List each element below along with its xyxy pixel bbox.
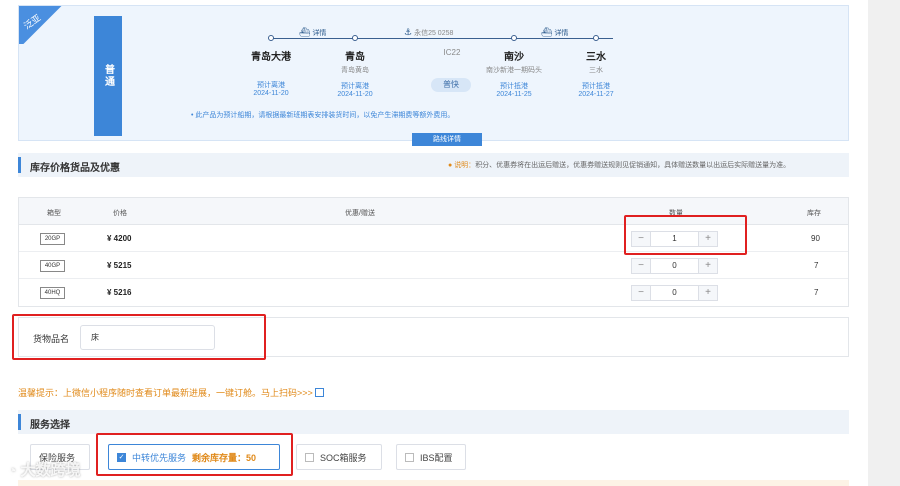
booking-page: 泛亚 普通 ⛴ 详情 ⚓ 永信25 0258 ⛴ 详情 青岛大港 预计离港 20… xyxy=(0,0,868,486)
quantity-stepper: − 0 + xyxy=(631,258,718,274)
price: ¥ 4200 xyxy=(107,234,132,243)
leg-detail-label: 详情 xyxy=(554,29,569,37)
logo-icon: ◔ xyxy=(8,461,17,478)
leg-detail-label: 详情 xyxy=(312,29,327,37)
container-type: 40GP xyxy=(40,260,65,272)
route-dot xyxy=(352,35,358,41)
col-price: 价格 xyxy=(113,210,127,217)
leg-detail-link-1[interactable]: ⛴ 详情 xyxy=(299,27,326,38)
speed-badge: 普快 xyxy=(431,78,471,92)
increment-button[interactable]: + xyxy=(698,259,717,273)
quantity-stepper: − 0 + xyxy=(631,285,718,301)
barge-icon: ⛴ xyxy=(299,27,311,37)
col-container-type: 箱型 xyxy=(47,210,61,217)
schedule-note-text: 此产品为预计船期，请根据最新班期表安排装货时间，以免产生滞期费等额外费用。 xyxy=(195,112,455,119)
port-status: 预计离港 xyxy=(257,82,285,89)
port-date: 2024-11-27 xyxy=(578,91,614,98)
port-origin: 青岛大港 预计离港 2024-11-20 xyxy=(231,48,311,97)
stock: 90 xyxy=(811,234,820,243)
col-discount: 优惠/赠送 xyxy=(345,210,375,217)
leg-detail-link-2[interactable]: ⛴ 详情 xyxy=(541,27,568,38)
schedule-note: • 此产品为预计船期，请根据最新班期表安排装货时间，以免产生滞期费等额外费用。 xyxy=(191,112,455,119)
stock: 7 xyxy=(814,261,819,270)
section-accent xyxy=(18,414,21,430)
port-status: 预计抵港 xyxy=(500,83,528,90)
vessel-name: ⚓ 永信25 0258 xyxy=(404,27,453,38)
service-type-tag: 普通 xyxy=(94,16,122,136)
port-status: 预计抵港 xyxy=(582,83,610,90)
section-title: 服务选择 xyxy=(30,420,70,431)
section-title: 库存价格货品及优惠 xyxy=(30,163,120,174)
service-soc[interactable]: SOC箱服务 xyxy=(296,444,382,470)
price: ¥ 5215 xyxy=(107,261,132,270)
container-type: 20GP xyxy=(40,233,65,245)
quantity-input[interactable]: 0 xyxy=(651,286,698,300)
service-ibs[interactable]: IBS配置 xyxy=(396,444,466,470)
price: ¥ 5216 xyxy=(107,288,132,297)
notice-text: 积分、优惠券将在出运后赠送，优惠券赠送规则见促销通知，具体赠送数量以出运后实际赠… xyxy=(475,162,791,169)
port-transship-1: 青岛 青岛黄岛 预计离港 2024-11-20 xyxy=(315,48,395,98)
port-date: 2024-11-25 xyxy=(496,91,532,98)
highlight-cargo-name xyxy=(12,314,266,360)
decrement-button[interactable]: − xyxy=(632,286,651,300)
tip-text: 温馨提示：上微信小程序随时查看订单最新进展，一键订舱。马上扫码>>> xyxy=(18,388,313,398)
stock: 7 xyxy=(814,288,819,297)
vessel-label: 永信25 0258 xyxy=(414,29,454,37)
port-terminal xyxy=(231,65,311,74)
carrier-ribbon-label: 泛亚 xyxy=(22,12,43,32)
watermark-text: 大数跨境 xyxy=(20,462,81,479)
decrement-button[interactable]: − xyxy=(632,259,651,273)
highlight-quantity xyxy=(624,215,747,255)
checkbox-icon xyxy=(305,452,314,462)
mini-program-tip: 温馨提示：上微信小程序随时查看订单最新进展，一键订舱。马上扫码>>> xyxy=(18,386,324,399)
notice-label: 说明： xyxy=(454,162,476,169)
table-row: 40GP ¥ 5215 − 0 + 7 xyxy=(19,252,848,279)
service-label: IBS配置 xyxy=(420,452,453,463)
right-gutter xyxy=(868,0,900,486)
scan-qr-icon[interactable] xyxy=(314,388,324,397)
route-dot xyxy=(593,35,599,41)
port-date: 2024-11-20 xyxy=(337,91,373,98)
increment-button[interactable]: + xyxy=(698,286,717,300)
bottom-strip xyxy=(18,480,849,486)
watermark: ◔ 大数跨境 xyxy=(8,459,80,480)
route-line xyxy=(271,38,613,39)
port-date: 2024-11-20 xyxy=(253,90,289,97)
inventory-notice: ● 说明：积分、优惠券将在出运后赠送，优惠券赠送规则见促销通知，具体赠送数量以出… xyxy=(448,160,790,170)
col-stock: 库存 xyxy=(807,210,821,217)
services-section-header: 服务选择 xyxy=(18,410,849,434)
section-accent xyxy=(18,157,21,173)
port-name: 青岛 xyxy=(345,52,365,63)
port-terminal: 南沙新港一期码头 xyxy=(486,67,542,74)
barge-icon: ⛴ xyxy=(541,27,553,37)
quantity-input[interactable]: 0 xyxy=(651,259,698,273)
port-destination: 三水 三水 预计抵港 2024-11-27 xyxy=(556,48,636,98)
route-detail-button[interactable]: 路线详情 xyxy=(412,133,482,146)
inventory-section-header: 库存价格货品及优惠 ● 说明：积分、优惠券将在出运后赠送，优惠券赠送规则见促销通… xyxy=(18,153,849,177)
service-label: SOC箱服务 xyxy=(320,452,367,463)
route-dot xyxy=(268,35,274,41)
port-transship-2: 南沙 南沙新港一期码头 预计抵港 2024-11-25 xyxy=(474,48,554,98)
voyage-code: IC22 xyxy=(443,48,461,57)
table-row: 40HQ ¥ 5216 − 0 + 7 xyxy=(19,279,848,306)
highlight-service xyxy=(96,433,293,476)
route-card: 泛亚 普通 ⛴ 详情 ⚓ 永信25 0258 ⛴ 详情 青岛大港 预计离港 20… xyxy=(18,5,849,146)
port-name: 三水 xyxy=(586,52,606,63)
container-type: 40HQ xyxy=(40,287,65,299)
route-dot xyxy=(511,35,517,41)
port-name: 南沙 xyxy=(504,52,524,63)
port-status: 预计离港 xyxy=(341,83,369,90)
port-terminal: 三水 xyxy=(589,67,603,74)
checkbox-icon xyxy=(405,452,414,462)
port-name: 青岛大港 xyxy=(251,52,291,63)
info-icon: ● xyxy=(448,162,453,169)
port-terminal: 青岛黄岛 xyxy=(341,67,369,74)
anchor-icon: ⚓ xyxy=(404,27,413,37)
carrier-ribbon: 泛亚 xyxy=(19,6,79,44)
